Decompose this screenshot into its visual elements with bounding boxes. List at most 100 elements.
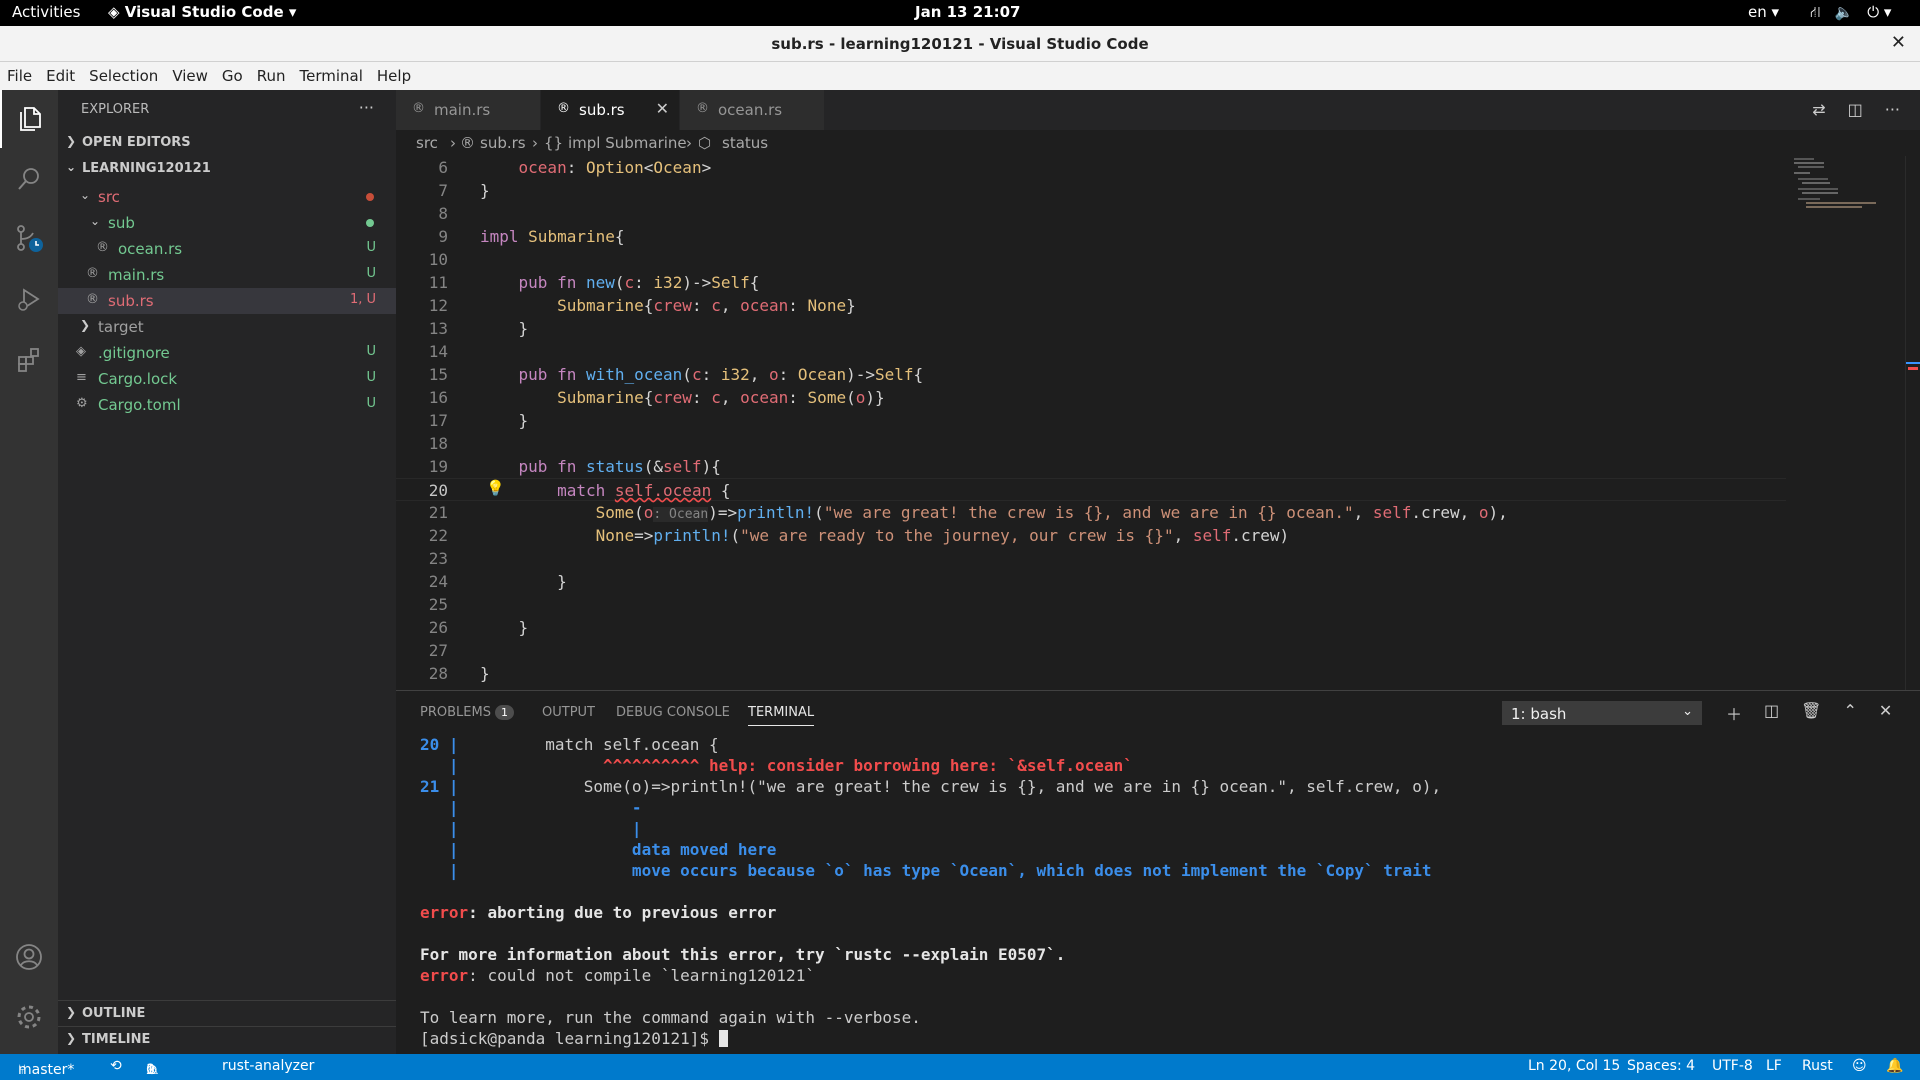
- timeline-label: TIMELINE: [82, 1032, 151, 1047]
- git-status-badge: U: [366, 396, 376, 411]
- menu-terminal[interactable]: Terminal: [293, 62, 370, 90]
- rust-file-icon: ®: [696, 101, 709, 116]
- code-line: 11 pub fn new(c: i32)->Self{: [396, 271, 1786, 294]
- terminal-line: error: could not compile `learning120121…: [420, 966, 815, 985]
- rust-analyzer-status[interactable]: rust-analyzer: [222, 1058, 314, 1074]
- tree-item-label: .gitignore: [98, 344, 170, 362]
- tree-file-gitignore[interactable]: ◈ .gitignore U: [58, 340, 396, 366]
- menu-run[interactable]: Run: [250, 62, 293, 90]
- end-of-line[interactable]: LF: [1766, 1058, 1782, 1074]
- chevron-right-icon: ❯: [80, 318, 91, 332]
- project-section[interactable]: ⌄ LEARNING120121: [58, 156, 396, 182]
- gear-icon: [17, 1005, 41, 1029]
- more-actions-icon[interactable]: ···: [1885, 100, 1900, 119]
- lightbulb-icon[interactable]: 💡: [486, 479, 505, 497]
- open-changes-icon[interactable]: ⇄: [1812, 100, 1825, 119]
- tree-file-main[interactable]: ® main.rs U: [58, 262, 396, 288]
- accounts-activity[interactable]: [0, 928, 58, 986]
- code-line: 13 }: [396, 317, 1786, 340]
- chevron-right-icon: ›: [450, 134, 456, 152]
- rust-file-icon: ®: [412, 101, 425, 116]
- menu-selection[interactable]: Selection: [82, 62, 165, 90]
- new-terminal-icon[interactable]: ＋: [1726, 701, 1742, 725]
- code-line: 17 }: [396, 409, 1786, 432]
- close-tab-icon[interactable]: ✕: [656, 99, 669, 118]
- explorer-activity[interactable]: [0, 90, 58, 148]
- feedback-icon[interactable]: ☺: [1852, 1058, 1867, 1074]
- code-line: 28}: [396, 662, 1786, 685]
- rust-file-icon: ®: [557, 101, 570, 116]
- indentation[interactable]: Spaces: 4: [1627, 1058, 1695, 1074]
- encoding[interactable]: UTF-8: [1712, 1058, 1753, 1074]
- app-menu[interactable]: ◈ Visual Studio Code ▾: [108, 3, 296, 21]
- code-line: 24 }: [396, 570, 1786, 593]
- trash-icon[interactable]: 🗑: [1801, 701, 1821, 725]
- project-label: LEARNING120121: [82, 161, 211, 176]
- search-icon: [18, 168, 39, 190]
- tree-folder-sub[interactable]: ⌄ sub: [58, 210, 396, 236]
- tab-sub-rs[interactable]: ® sub.rs ✕: [541, 90, 679, 130]
- sync-icon[interactable]: ⟲: [110, 1058, 122, 1074]
- tab-terminal[interactable]: TERMINAL: [748, 705, 815, 726]
- keyboard-layout-indicator[interactable]: en ▾: [1748, 3, 1779, 21]
- breadcrumb-folder[interactable]: src: [416, 134, 438, 152]
- tree-file-cargo-toml[interactable]: ⚙ Cargo.toml U: [58, 392, 396, 418]
- line-number: 14: [428, 342, 448, 361]
- timeline-section[interactable]: ❯ TIMELINE: [58, 1026, 396, 1052]
- git-status-badge: 1, U: [349, 292, 376, 307]
- account-icon: [16, 944, 42, 970]
- code-line: 25: [396, 593, 1786, 616]
- menu-go[interactable]: Go: [215, 62, 250, 90]
- line-number: 9: [438, 227, 448, 246]
- language-mode[interactable]: Rust: [1802, 1058, 1833, 1074]
- line-number: 11: [428, 273, 448, 292]
- caret-down-icon: ▾: [283, 3, 297, 21]
- tree-file-sub[interactable]: ® sub.rs 1, U: [58, 288, 396, 314]
- lang-label: en: [1748, 3, 1767, 21]
- more-actions-icon[interactable]: ···: [359, 98, 374, 117]
- source-control-activity[interactable]: [0, 210, 58, 268]
- activities-button[interactable]: Activities: [12, 3, 80, 21]
- notifications-bell-icon[interactable]: 🔔: [1886, 1058, 1903, 1074]
- tab-main-rs[interactable]: ® main.rs: [396, 90, 540, 130]
- search-activity[interactable]: [0, 150, 58, 208]
- breadcrumb-impl[interactable]: impl Submarine: [568, 134, 687, 152]
- maximize-panel-icon[interactable]: ⌃: [1843, 701, 1856, 725]
- terminal-select[interactable]: 1: bash ⌄: [1502, 701, 1702, 725]
- split-editor-icon[interactable]: ◫: [1848, 100, 1863, 119]
- namespace-icon: {}: [544, 134, 564, 152]
- split-terminal-icon[interactable]: ◫: [1764, 701, 1779, 725]
- tree-item-label: Cargo.lock: [98, 370, 178, 388]
- tree-folder-target[interactable]: ❯ target: [58, 314, 396, 340]
- open-editors-section[interactable]: ❯ OPEN EDITORS: [58, 130, 396, 156]
- tree-folder-src[interactable]: ⌄ src: [58, 184, 396, 210]
- line-number: 28: [428, 664, 448, 683]
- tab-debug-console[interactable]: DEBUG CONSOLE: [616, 705, 730, 720]
- run-debug-activity[interactable]: [0, 270, 58, 328]
- menu-file[interactable]: File: [0, 62, 39, 90]
- tab-ocean-rs[interactable]: ® ocean.rs: [680, 90, 824, 130]
- breadcrumb-symbol[interactable]: status: [722, 134, 768, 152]
- tree-file-ocean[interactable]: ® ocean.rs U: [58, 236, 396, 262]
- menu-view[interactable]: View: [165, 62, 215, 90]
- tab-output[interactable]: OUTPUT: [542, 705, 595, 720]
- close-panel-icon[interactable]: ✕: [1879, 701, 1892, 725]
- tree-file-cargo-lock[interactable]: ≡ Cargo.lock U: [58, 366, 396, 392]
- code-editor[interactable]: 6 ocean: Option<Ocean> 7} 8 9 impl Submar…: [396, 156, 1920, 690]
- cursor-position[interactable]: Ln 20, Col 15: [1528, 1058, 1620, 1074]
- manage-activity[interactable]: [0, 988, 58, 1046]
- clock[interactable]: Jan 13 21:07: [915, 3, 1020, 21]
- menu-help[interactable]: Help: [370, 62, 418, 90]
- minimap[interactable]: [1780, 156, 1900, 690]
- window-close-button[interactable]: ✕: [1891, 32, 1906, 53]
- tab-problems[interactable]: PROBLEMS 1: [420, 705, 514, 720]
- outline-section[interactable]: ❯ OUTLINE: [58, 1000, 396, 1026]
- gnome-top-bar: Activities ◈ Visual Studio Code ▾ Jan 13…: [0, 0, 1920, 26]
- system-tray[interactable]: ⛙ 🔈 ⏻ ▾: [1810, 3, 1891, 23]
- extensions-activity[interactable]: [0, 330, 58, 388]
- menu-edit[interactable]: Edit: [39, 62, 82, 90]
- terminal-prompt: [adsick@panda learning120121]$: [420, 1029, 728, 1050]
- editor-scrollbar[interactable]: [1905, 156, 1920, 690]
- terminal-output[interactable]: 20 | match self.ocean { | ^^^^^^^^^^ hel…: [420, 735, 1910, 1050]
- breadcrumb-file[interactable]: sub.rs: [480, 134, 526, 152]
